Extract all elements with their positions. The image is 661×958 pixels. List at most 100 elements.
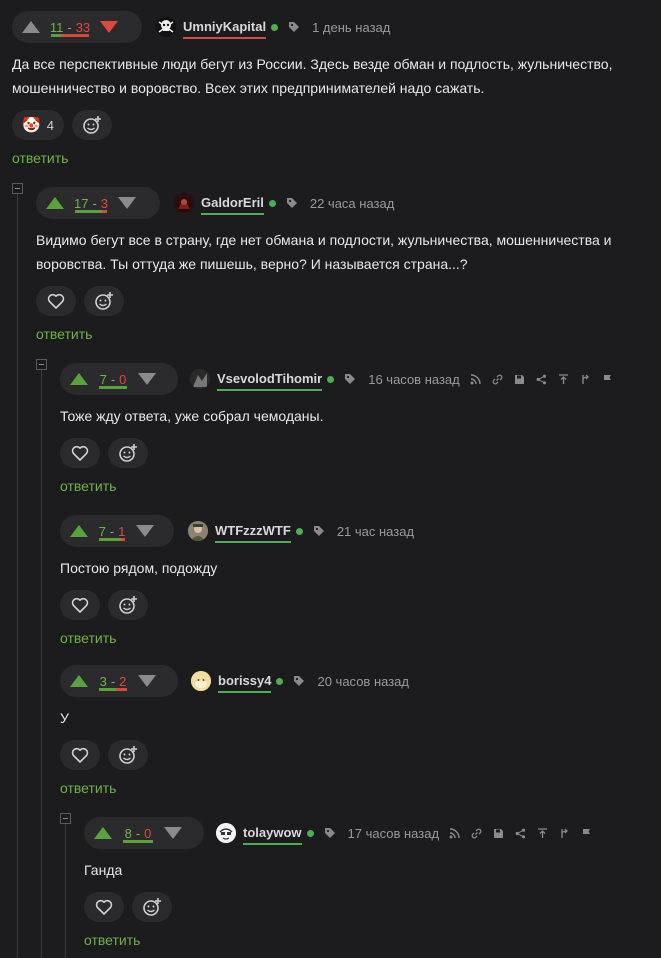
downvote-button[interactable] [98, 19, 120, 35]
rss-icon[interactable] [449, 827, 460, 839]
report-flag-icon[interactable] [602, 374, 613, 385]
downvote-button[interactable] [116, 195, 138, 211]
timestamp[interactable]: 17 часов назад [348, 826, 440, 841]
username[interactable]: WTFzzzWTF [215, 523, 291, 543]
downvote-button[interactable] [136, 371, 158, 387]
avatar[interactable] [190, 369, 210, 389]
minus-count: 2 [119, 673, 127, 689]
username[interactable]: VsevolodTihomir [217, 371, 323, 391]
comment: 17-3 GaldorEril 22 часа назад Видимо бег… [36, 187, 661, 342]
add-emoji-icon [119, 444, 137, 462]
link-icon[interactable] [492, 374, 503, 385]
timestamp[interactable]: 21 час назад [337, 524, 414, 539]
save-icon[interactable] [493, 828, 504, 839]
scroll-to-parent-icon[interactable] [537, 827, 548, 839]
timestamp[interactable]: 20 часов назад [317, 674, 409, 689]
report-flag-icon[interactable] [581, 828, 592, 839]
like-button[interactable] [60, 740, 100, 770]
reply-button[interactable]: ответить [60, 630, 661, 646]
arrow-down-icon [164, 827, 182, 839]
comment-actions [60, 590, 661, 620]
like-button[interactable] [84, 892, 124, 922]
tag-icon[interactable] [286, 197, 298, 209]
like-button[interactable] [60, 438, 100, 468]
upvote-button[interactable] [44, 195, 66, 211]
avatar[interactable] [174, 193, 194, 213]
comment-actions [84, 892, 661, 922]
comment-header: 8-0 tolaywow 17 часов назад [84, 817, 661, 849]
scroll-to-parent-icon[interactable] [558, 373, 569, 385]
reaction-button[interactable]: 🤡 4 [12, 110, 64, 140]
collapse-thread-button[interactable] [12, 183, 23, 194]
upvote-button[interactable] [20, 19, 42, 35]
avatar[interactable] [216, 823, 236, 843]
branch-icon[interactable] [580, 374, 591, 385]
upvote-button[interactable] [68, 371, 90, 387]
timestamp[interactable]: 22 часа назад [310, 196, 394, 211]
tag-icon[interactable] [324, 827, 336, 839]
vote-widget: 7-0 [60, 363, 178, 395]
like-button[interactable] [60, 590, 100, 620]
add-reaction-button[interactable] [71, 110, 112, 140]
vote-widget: 17-3 [36, 187, 160, 219]
reply-button[interactable]: ответить [60, 478, 661, 494]
username[interactable]: tolaywow [243, 825, 302, 845]
avatar[interactable] [188, 521, 208, 541]
arrow-up-icon [70, 525, 88, 537]
comment: 7-1 WTFzzzWTF 21 час назад Постою рядом,… [60, 515, 661, 646]
comment-header: 11-33 UmniyKapital 1 день назад [12, 11, 661, 43]
online-status-dot [271, 23, 279, 31]
thread-line-level-3 [65, 824, 66, 958]
upvote-button[interactable] [68, 523, 90, 539]
add-reaction-button[interactable] [132, 892, 172, 922]
add-reaction-button[interactable] [108, 740, 148, 770]
tag-icon[interactable] [313, 525, 325, 537]
reply-button[interactable]: ответить [84, 932, 661, 948]
comment-tools [449, 827, 592, 839]
vote-widget: 8-0 [84, 817, 204, 849]
tag-icon[interactable] [344, 373, 356, 385]
collapse-thread-button[interactable] [60, 813, 71, 824]
downvote-button[interactable] [134, 523, 156, 539]
reply-button[interactable]: ответить [60, 780, 661, 796]
minus-count: 33 [75, 19, 91, 35]
downvote-button[interactable] [136, 673, 158, 689]
add-reaction-button[interactable] [84, 286, 124, 316]
tag-icon[interactable] [288, 21, 300, 33]
timestamp[interactable]: 16 часов назад [368, 372, 460, 387]
heart-icon [71, 747, 89, 763]
tag-icon[interactable] [293, 675, 305, 687]
rating-bar [99, 386, 127, 389]
downvote-button[interactable] [162, 825, 184, 841]
upvote-button[interactable] [92, 825, 114, 841]
username[interactable]: GaldorEril [201, 195, 264, 215]
timestamp[interactable]: 1 день назад [312, 20, 390, 35]
upvote-button[interactable] [68, 673, 90, 689]
minus-count: 3 [100, 195, 109, 211]
share-icon[interactable] [536, 374, 547, 385]
avatar[interactable] [191, 671, 211, 691]
link-icon[interactable] [471, 828, 482, 839]
share-icon[interactable] [515, 828, 526, 839]
arrow-down-icon [138, 373, 156, 385]
username[interactable]: borissy4 [218, 673, 272, 693]
plus-count: 3 [99, 673, 107, 689]
rating-bar [51, 34, 89, 37]
collapse-thread-button[interactable] [36, 359, 47, 370]
add-reaction-button[interactable] [108, 590, 148, 620]
avatar[interactable] [156, 17, 176, 37]
username[interactable]: UmniyKapital [183, 19, 267, 39]
online-status-dot [306, 829, 314, 837]
arrow-up-icon [46, 197, 64, 209]
arrow-up-icon [70, 373, 88, 385]
vote-widget: 11-33 [12, 11, 142, 43]
save-icon[interactable] [514, 374, 525, 385]
branch-icon[interactable] [559, 828, 570, 839]
reply-button[interactable]: ответить [36, 326, 661, 342]
vote-widget: 3-2 [60, 665, 178, 697]
rss-icon[interactable] [470, 373, 481, 385]
arrow-up-icon [70, 675, 88, 687]
reply-button[interactable]: ответить [12, 150, 661, 166]
add-reaction-button[interactable] [108, 438, 148, 468]
like-button[interactable] [36, 286, 76, 316]
